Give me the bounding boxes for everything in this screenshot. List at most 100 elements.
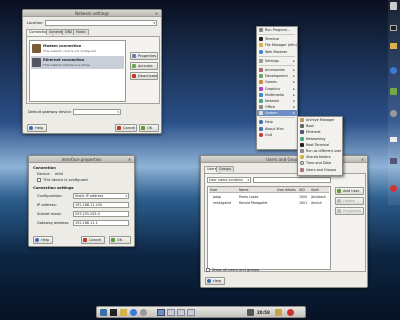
cancel-button[interactable]: Cancel [115,124,137,132]
location-select[interactable]: ▾ [45,20,157,26]
terminal-icon[interactable] [110,309,117,316]
accessories-icon [259,67,263,72]
desktop-icon-strip [388,0,400,205]
filer-icon[interactable] [390,43,397,49]
network-settings-window: Network settings ✕ Location: ▾ Connectio… [22,9,162,134]
delete-button[interactable]: Delete [335,197,364,205]
ok-label: OK [117,238,123,242]
properties-button[interactable]: Properties [130,52,158,60]
list-item[interactable]: Ethernet connection This network interfa… [31,56,124,69]
lock-icon[interactable] [275,309,282,316]
clock[interactable]: 20:58 [257,310,270,315]
menu-label: Games [265,80,277,85]
settings-icon[interactable] [140,309,147,316]
menu-label: About Xfce [265,126,284,131]
show-all-checkbox[interactable] [206,268,210,272]
location-label: Location: [27,21,44,25]
mail-icon[interactable] [390,137,397,142]
help-button[interactable]: Help [205,277,225,285]
globe-icon[interactable] [390,67,397,74]
workspace-4[interactable] [187,309,195,316]
column-shell[interactable]: Shell [311,187,319,193]
ok-button[interactable]: OK [109,236,131,244]
deactivate-button[interactable]: Deactivate [130,72,158,80]
add-user-button[interactable]: Add User [335,187,364,195]
menu-label: Users and Groups [306,167,337,172]
properties-button[interactable]: Properties [335,207,364,215]
subnet-mask-label: Subnet mask: [37,212,62,216]
network-settings-titlebar[interactable]: Network settings ✕ [23,10,161,17]
list-item[interactable]: Modem connection This network card is no… [31,42,124,55]
menu-label: Run as different user [306,148,342,153]
gateway-device-select[interactable]: ▾ [73,109,121,115]
users-table: User Name User details UID Shell pdap Pe… [207,186,331,270]
close-icon[interactable]: ✕ [154,11,159,16]
connection-list: Modem connection This network card is no… [29,40,126,102]
settings-icon[interactable] [390,110,397,117]
subnet-mask-input[interactable]: 255.255.255.0 [73,211,129,217]
help-button[interactable]: Help [33,236,53,244]
column-uid[interactable]: UID [299,187,305,193]
help-icon [29,126,33,130]
tab-groups[interactable]: Groups [216,166,235,172]
system-icon [259,111,263,116]
power-icon[interactable] [287,309,294,316]
menu-item-quit[interactable]: Quit [257,132,297,138]
trash-icon[interactable] [390,2,397,10]
interface-properties-titlebar[interactable]: Interface properties ✕ [29,156,134,163]
activate-button[interactable]: Activate [130,62,158,70]
clock-icon [300,161,304,166]
tab-hosts[interactable]: Hosts [73,29,89,35]
workspace-1[interactable] [157,309,165,316]
connection-name: Modem connection [43,44,82,48]
delete-icon [337,199,341,203]
workspace-3[interactable] [177,309,185,316]
archive-icon [300,118,304,122]
games-icon [259,80,263,85]
column-user-details[interactable]: User details [277,187,296,193]
ok-button[interactable]: OK [139,124,159,132]
globe-icon [259,49,263,54]
cell-user: rmidagallet [213,201,232,205]
network-icon[interactable] [390,88,397,95]
menu-label: System [265,111,278,116]
menu-item-settings[interactable]: Settings ▸ [257,58,297,64]
menu-item-run-program[interactable]: Run Program... [257,27,297,33]
menu-icon[interactable] [100,309,107,316]
device-label: Device: [37,172,51,176]
chevron-right-icon: ▸ [293,67,295,72]
column-user[interactable]: User [210,187,217,193]
exit-icon[interactable] [390,185,397,192]
screen-icon[interactable] [390,158,397,164]
terminal-icon[interactable] [390,25,397,31]
menu-item-web-browser[interactable]: Web Browser [257,49,297,55]
configuration-select[interactable]: Static IP address ▾ [73,193,129,199]
menu-label: Networking [306,136,326,141]
delete-label: Delete [343,199,355,203]
folder-icon[interactable] [120,309,127,316]
subnet-mask-value: 255.255.255.0 [75,212,100,216]
submenu-item-users-groups[interactable]: Users and Groups [298,167,342,173]
close-icon[interactable]: ✕ [127,157,132,162]
chevron-down-icon: ▾ [247,178,249,182]
ip-address-input[interactable]: 192.168.11.200 [73,202,129,208]
globe-icon[interactable] [130,309,137,316]
terminal-icon [300,142,304,147]
filter-input[interactable] [253,177,331,183]
configured-checkbox[interactable] [37,178,41,182]
close-icon[interactable]: ✕ [360,157,365,162]
menu-label: Terminal [265,37,280,42]
table-row[interactable]: rmidagallet Ronald Midagallet 1001 /bin/… [209,200,329,206]
connection-name: Ethernet connection [43,58,85,62]
filter-select[interactable]: User name contains ▾ [207,177,251,183]
volume-icon[interactable] [247,309,254,316]
workspace-2[interactable] [167,309,175,316]
cancel-button[interactable]: Cancel [81,236,105,244]
help-button[interactable]: Help [27,124,47,132]
column-name[interactable]: Name [239,187,248,193]
multimedia-icon [259,92,263,97]
workspace-pager[interactable] [157,309,197,316]
menu-item-system[interactable]: System ▸ [257,110,297,117]
gateway-address-input[interactable]: 192.168.11.1 [73,220,129,226]
properties-icon [337,209,341,213]
